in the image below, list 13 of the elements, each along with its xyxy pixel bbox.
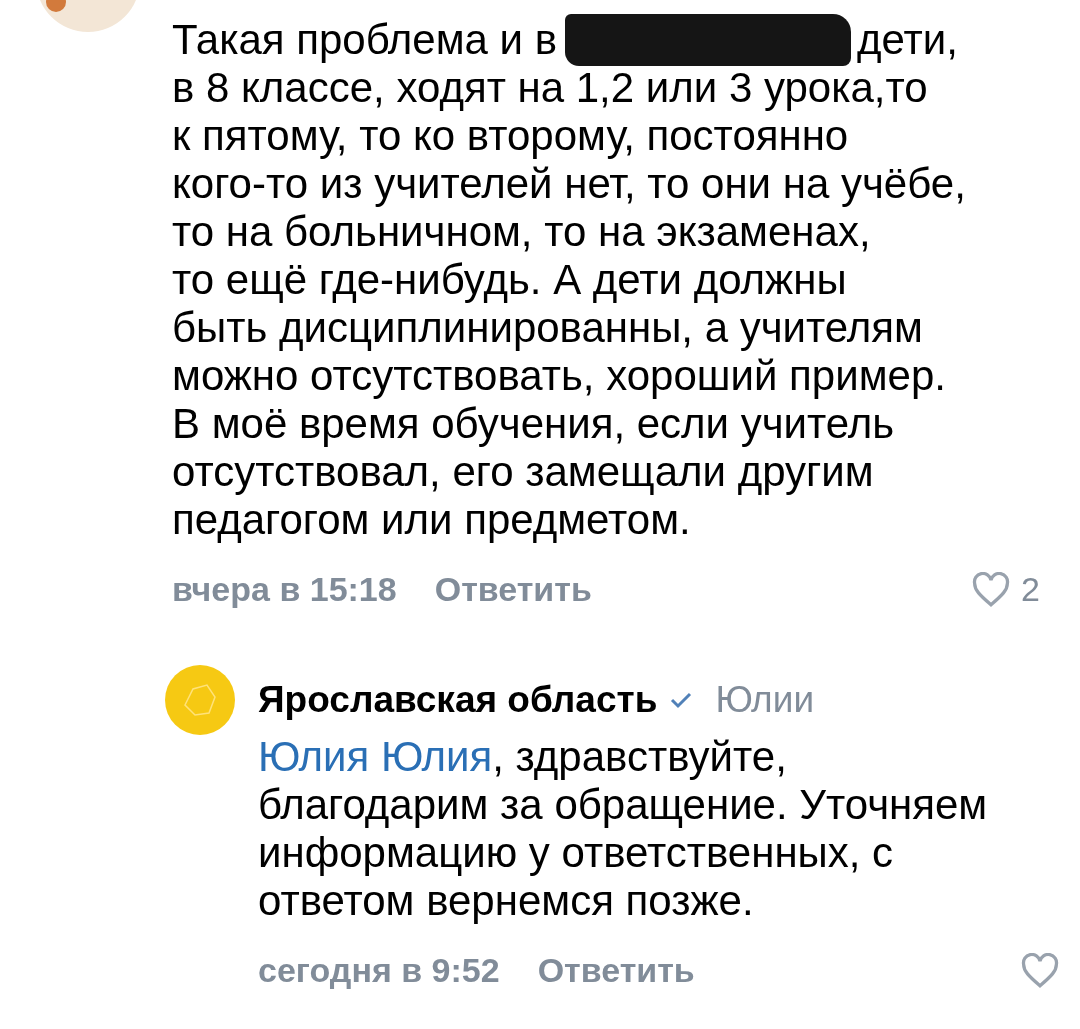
author-name[interactable]: Ярославская область <box>258 679 658 721</box>
avatar-logo[interactable] <box>165 665 235 735</box>
mention-link[interactable]: Юлия Юлия <box>258 733 493 780</box>
heart-icon[interactable] <box>971 571 1012 608</box>
like-count: 2 <box>1021 570 1040 609</box>
heart-icon[interactable] <box>1020 952 1060 989</box>
reply-link[interactable]: Ответить <box>537 951 695 990</box>
comment-time: сегодня в 9:52 <box>258 951 500 990</box>
reply-recipient: Юлии <box>715 679 815 721</box>
reply-text: Юлия Юлия, здравствуйте, благодарим за обращение. Уточняем информацию у ответственных, с ответом вернемся позже. <box>258 733 989 925</box>
reply-link[interactable]: Ответить <box>434 570 592 609</box>
comment-time: вчера в 15:18 <box>172 570 397 609</box>
comment-text: Такая проблема и в дети, в 8 классе, ходят на 1,2 или 3 урока,то к пятому, то ко второму, постоянно кого-то из учителей нет, то они на учёбе, то на больничном, то на экзаменах, то ещё где-нибудь. А дети должны быть дисциплинированны, а учителям можно отсутствовать, хороший пример. В моё время обучения, если учитель отсутствовал, его замещали другим педагогом или предметом. <box>172 16 967 544</box>
